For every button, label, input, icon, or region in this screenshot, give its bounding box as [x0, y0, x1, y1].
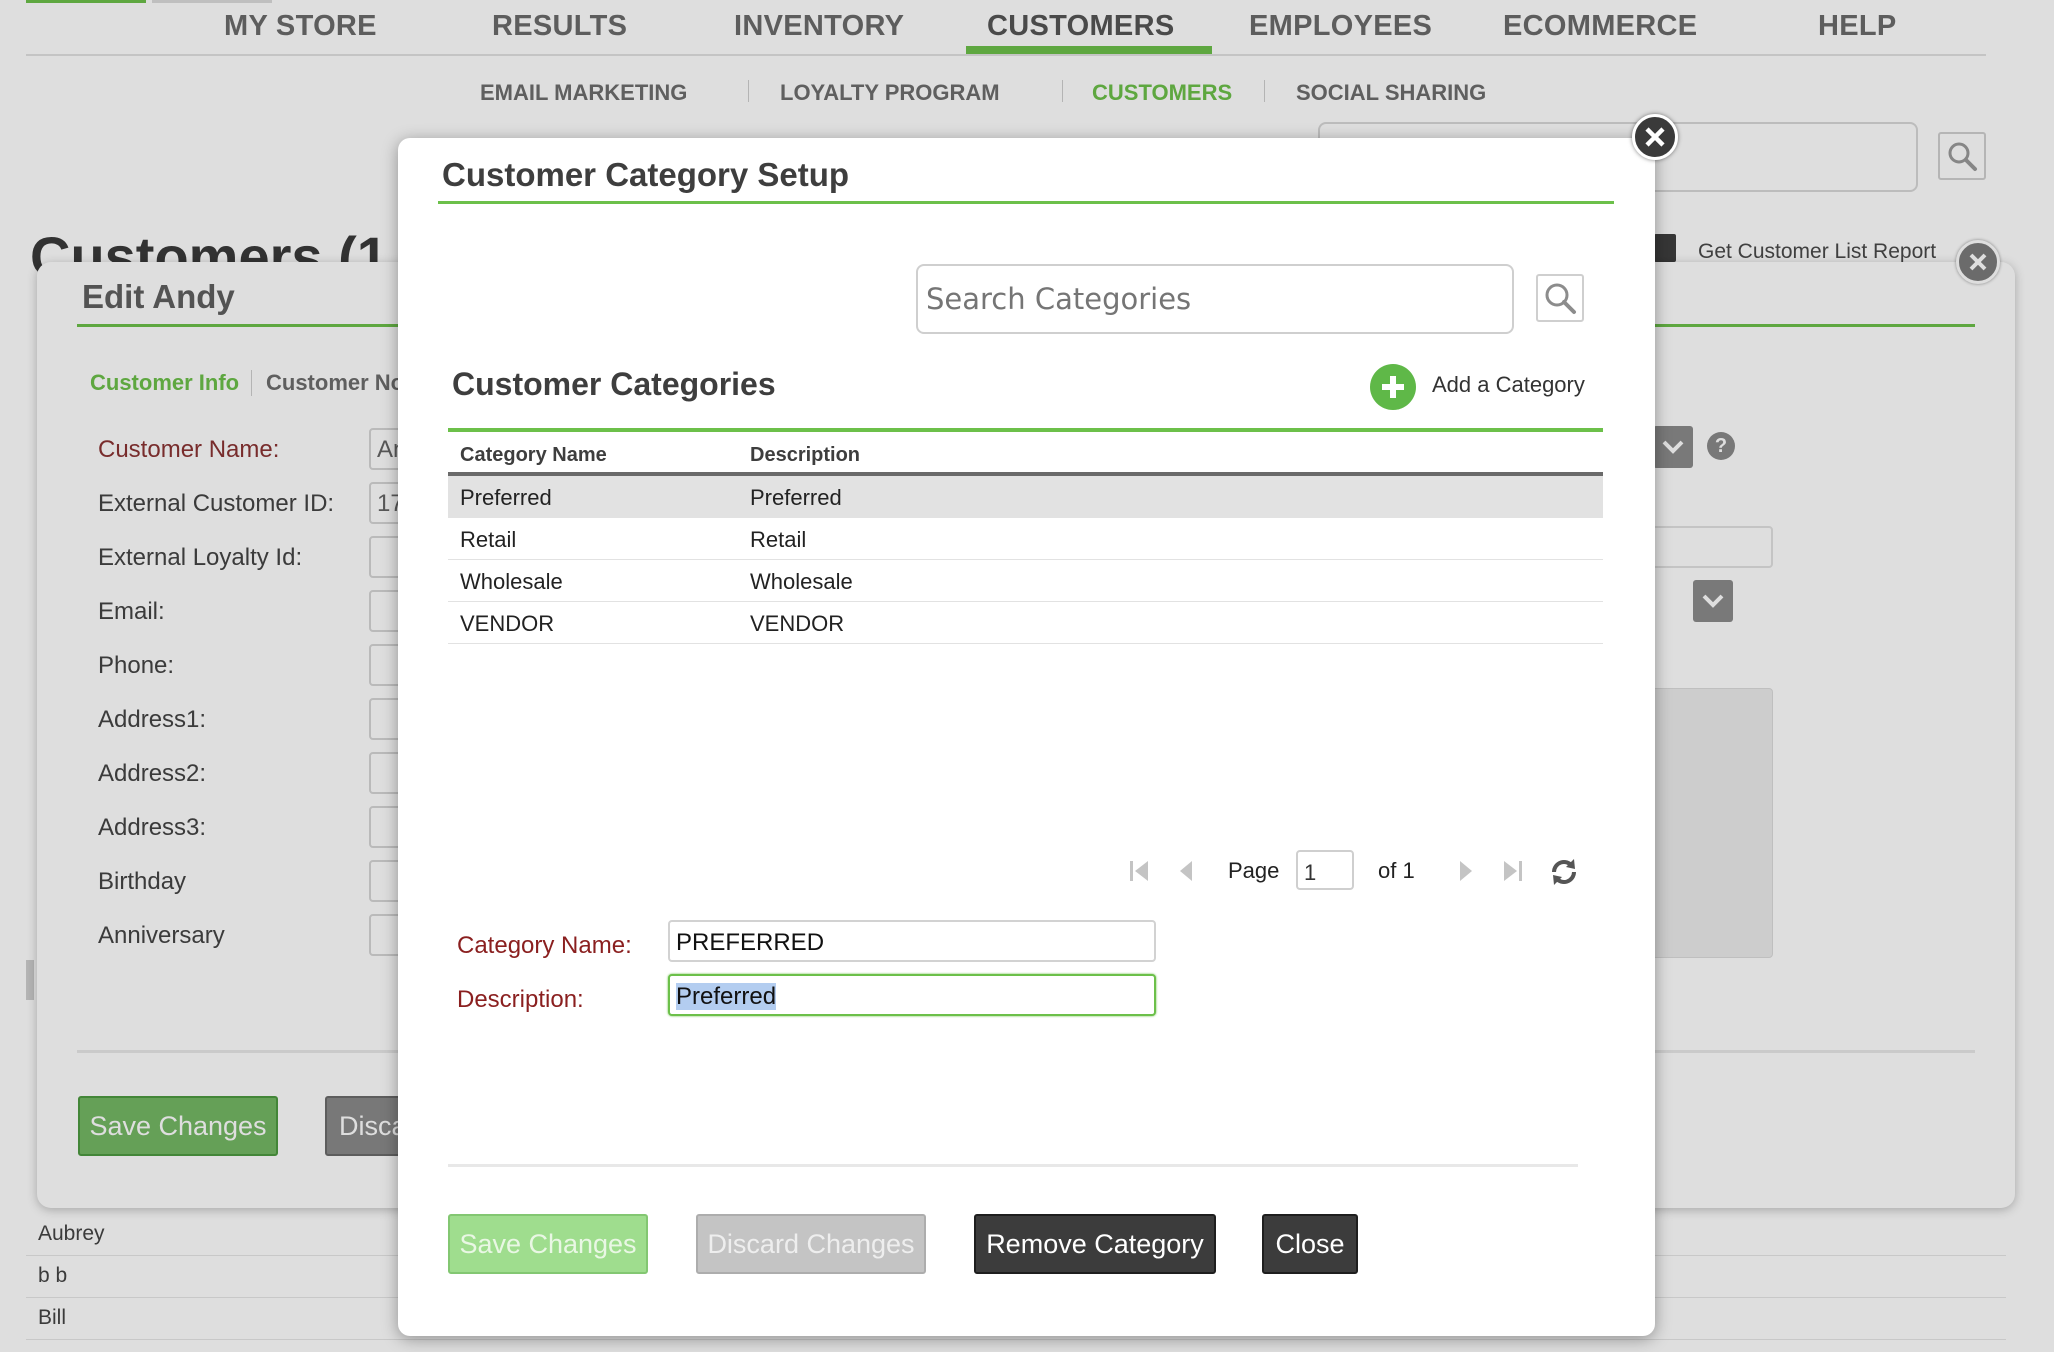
category-search-input[interactable]	[916, 264, 1514, 334]
search-icon	[1545, 283, 1576, 314]
cell-category-name: Wholesale	[460, 569, 563, 594]
cell-category-name: Preferred	[460, 485, 552, 510]
remove-category-button[interactable]: Remove Category	[974, 1214, 1216, 1274]
save-changes-button[interactable]: Save Changes	[448, 1214, 648, 1274]
table-header: Category Name Description	[448, 432, 1603, 476]
description-label: Description:	[457, 986, 584, 1013]
column-header-category-name[interactable]: Category Name	[460, 444, 607, 467]
column-header-description[interactable]: Description	[750, 444, 860, 467]
cell-description: VENDOR	[750, 611, 845, 636]
dialog-close-button[interactable]	[1632, 114, 1678, 160]
description-selected-text: Preferred	[676, 983, 777, 1010]
discard-changes-button[interactable]: Discard Changes	[696, 1214, 926, 1274]
customer-category-setup-dialog: Customer Category Setup Customer Categor…	[398, 138, 1655, 1336]
first-page-icon[interactable]	[1128, 858, 1152, 884]
last-page-icon[interactable]	[1500, 858, 1524, 884]
table-row[interactable]: Retail Retail	[448, 518, 1603, 560]
dialog-title: Customer Category Setup	[442, 156, 850, 193]
categories-table: Category Name Description Preferred Pref…	[448, 428, 1603, 644]
dialog-title-rule	[438, 201, 1614, 204]
table-row[interactable]: Wholesale Wholesale	[448, 560, 1603, 602]
add-category-link[interactable]: Add a Category	[1432, 372, 1585, 398]
page-number-input[interactable]: 1	[1296, 850, 1354, 890]
cell-description: Retail	[750, 527, 807, 552]
cell-category-name: Retail	[460, 527, 517, 552]
cell-description: Wholesale	[750, 569, 853, 594]
dialog-footer-rule	[448, 1164, 1578, 1167]
next-page-icon[interactable]	[1454, 858, 1478, 884]
description-input[interactable]: Preferred	[668, 974, 1156, 1016]
category-name-input[interactable]: PREFERRED	[668, 920, 1156, 962]
prev-page-icon[interactable]	[1174, 858, 1198, 884]
page-count-label: of 1	[1378, 858, 1415, 883]
plus-glyph	[1382, 376, 1404, 398]
page-label: Page	[1228, 858, 1280, 883]
table-row[interactable]: Preferred Preferred	[448, 476, 1603, 518]
pagination-bar: Page 1 of 1	[1128, 846, 1628, 896]
category-search-button[interactable]	[1536, 274, 1584, 322]
category-name-label: Category Name:	[457, 932, 632, 959]
close-button[interactable]: Close	[1262, 1214, 1358, 1274]
cell-description: Preferred	[750, 485, 842, 510]
categories-section-title: Customer Categories	[452, 366, 776, 402]
add-icon[interactable]	[1370, 364, 1416, 410]
close-icon	[1645, 127, 1665, 147]
refresh-icon[interactable]	[1548, 856, 1580, 888]
cell-category-name: VENDOR	[460, 611, 555, 636]
table-row[interactable]: VENDOR VENDOR	[448, 602, 1603, 644]
